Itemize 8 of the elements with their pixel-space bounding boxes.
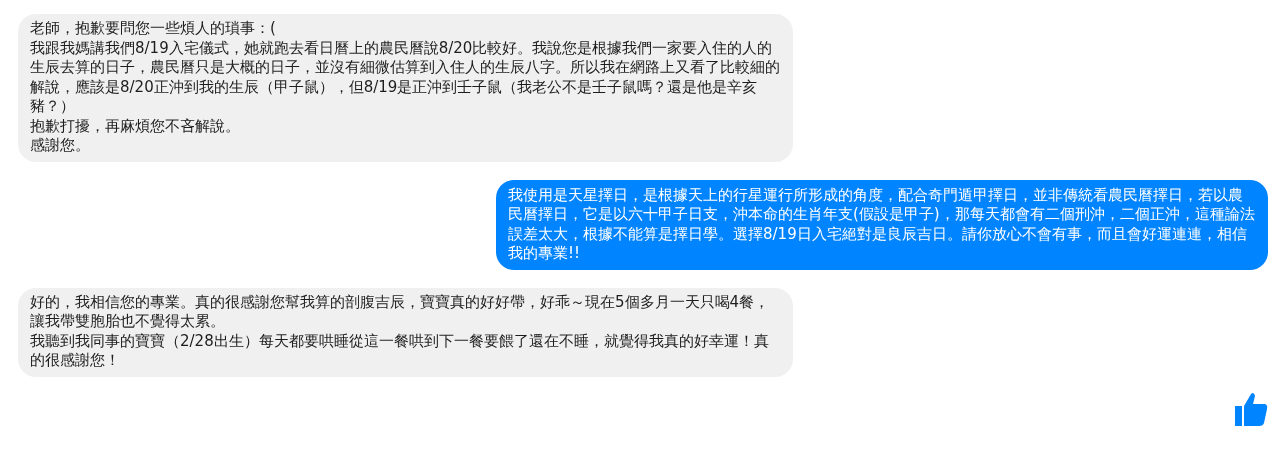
thumbs-up-icon[interactable]: [1234, 390, 1268, 427]
message-text: 我使用是天星擇日，是根據天上的行星運行所形成的角度，配合奇門遁甲擇日，並非傳統看農民曆擇日，若以農民曆擇日，它是以六十甲子日支，沖本命的生肖年支(假設是甲子)，那每天都會有二個刑沖，二個正沖，這種論法誤差太大，根據不能算是擇日學。選擇8/19日入宅絕對是良辰吉日。請你放心不會有事，而且會好運連連，相信我的專業!!: [508, 185, 1256, 264]
message-text: 感謝您。: [30, 136, 91, 156]
message-text: 抱歉打擾，再麻煩您不吝解說。: [30, 116, 241, 136]
message-text: 好的，我相信您的專業。真的很感謝您幫我算的剖腹吉辰，寶寶真的好好帶，好乖～現在5個多月一天只喝4餐，讓我帶雙胞胎也不覺得太累。: [30, 292, 771, 332]
message-text: 我跟我媽講我們8/19入宅儀式，她就跑去看日曆上的農民曆說8/20比較好。我說您是根據我們一家要入住的人的生辰去算的日子，農民曆只是大概的日子，並沒有細微估算到入住人的生辰八字。所以我在網路上又看了比較細的解說，應該是8/20正沖到我的生辰（甲子鼠），但8/19是正沖到壬子鼠（我老公不是壬子鼠嗎？還是他是辛亥豬？）: [30, 38, 781, 117]
message-text: 老師，抱歉要問您一些煩人的瑣事：(: [30, 19, 277, 39]
message-text: 我聽到我同事的寶寶（2/28出生）每天都要哄睡從這一餐哄到下一餐要餵了還在不睡，就覺得我真的好幸運！真的很感謝您！: [30, 331, 770, 371]
